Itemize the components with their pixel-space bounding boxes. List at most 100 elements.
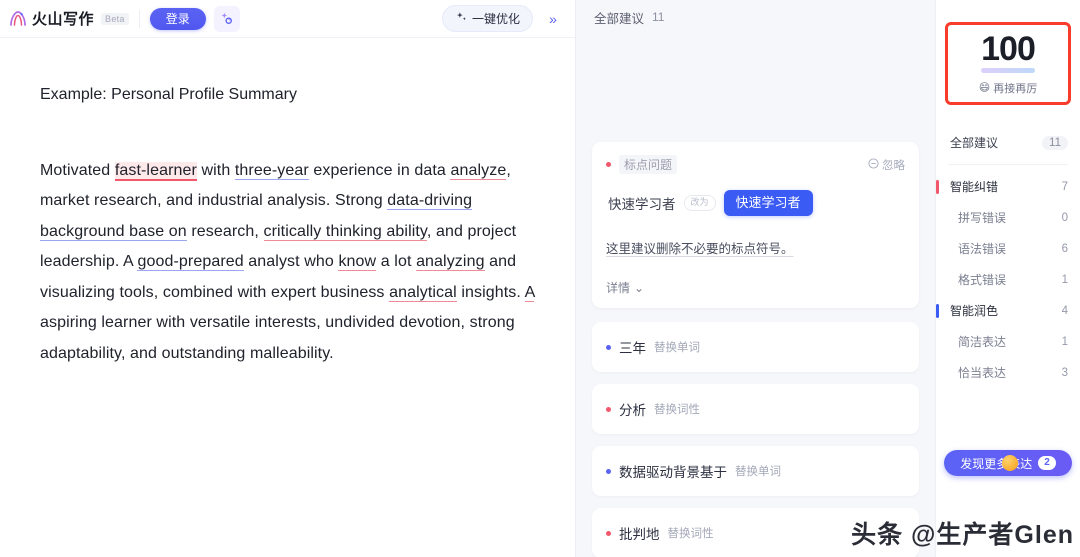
suggestions-list: 标点问题 忽略 快速学习者 改为 快速学习者 这里建议删除不必要的标点符号。 详…	[576, 142, 935, 557]
orange-dot-icon	[1002, 455, 1018, 471]
sidebar-item-5[interactable]: 智能润色 4	[936, 295, 1080, 326]
suggestion-list-item[interactable]: 分析 替换词性	[592, 384, 919, 435]
document-paragraph: Motivated fast-learner with three-year e…	[40, 156, 535, 370]
score-underline-decoration	[981, 67, 1035, 73]
beta-badge: Beta	[101, 12, 129, 25]
discover-more-expressions-button[interactable]: 发现更多表达 2	[944, 450, 1072, 476]
suggestions-pane: 全部建议 11 标点问题 忽略 快速学习者 改为 快速学习者 这里建议删除不必要…	[576, 0, 936, 557]
sidebar-item-label: 语法错误	[958, 242, 1007, 256]
score-card: 100 😄 再接再厉	[945, 22, 1071, 105]
suggestion-type-dot-icon	[606, 406, 611, 412]
sidebar-item-count: 11	[1042, 135, 1068, 150]
suggestion-kind: 替换单词	[654, 342, 700, 355]
volcano-logo-icon	[8, 9, 28, 29]
score-caption: 😄 再接再厉	[979, 80, 1037, 96]
suggestion-type-dot-icon	[606, 162, 611, 167]
ignore-button[interactable]: 忽略	[868, 157, 905, 173]
flagged-text-19[interactable]: A	[524, 283, 535, 302]
suggestion-list-item[interactable]: 三年 替换单词	[592, 322, 919, 373]
brand-name: 火山写作	[32, 11, 95, 28]
editor-toolbar: 火山写作 Beta 登录 一键优化 »	[0, 0, 575, 38]
sidebar-item-count: 7	[1061, 180, 1068, 193]
sidebar-item-label: 格式错误	[958, 273, 1007, 287]
replacement-row: 快速学习者 改为 快速学习者	[608, 190, 905, 217]
original-text: 快速学习者	[608, 197, 676, 213]
suggestion-word: 数据驱动背景基于	[619, 465, 727, 481]
suggestion-kind: 替换词性	[654, 404, 700, 417]
watermark: 头条 @生产者Glen	[851, 521, 1074, 549]
magic-wand-icon[interactable]	[213, 5, 240, 32]
sidebar-item-label: 智能润色	[950, 304, 999, 318]
sidebar-category-list: 全部建议 11 智能纠错 7 拼写错误 0 语法错误 6 格式错误 1 智能润色 4 简洁表达 1 恰当表达…	[936, 127, 1080, 388]
login-button[interactable]: 登录	[149, 7, 206, 30]
sidebar-item-count: 1	[1061, 335, 1068, 348]
toolbar-divider	[138, 9, 140, 28]
sidebar-divider	[948, 164, 1068, 165]
suggestions-header-label: 全部建议	[594, 11, 645, 26]
flagged-text-17[interactable]: analytical	[389, 283, 457, 302]
sparkle-icon	[455, 11, 468, 27]
text-run: a lot	[376, 253, 417, 271]
flagged-text-5[interactable]: analyze	[450, 161, 507, 180]
text-run: insights.	[456, 283, 525, 301]
flagged-text-3[interactable]: three-year	[234, 161, 309, 180]
sidebar-item-count: 0	[1061, 211, 1068, 224]
flagged-text-1[interactable]: fast-learner	[114, 161, 197, 181]
sidebar-item-1[interactable]: 智能纠错 7	[936, 171, 1080, 202]
score-value: 100	[981, 29, 1036, 68]
suggestions-header: 全部建议 11	[576, 0, 935, 34]
details-label: 详情	[606, 281, 631, 296]
text-run: with	[196, 161, 235, 179]
details-toggle[interactable]: 详情 ⌄	[606, 279, 905, 296]
text-run: experience in data	[308, 161, 451, 179]
optimize-label: 一键优化	[471, 12, 520, 26]
suggestion-tag: 标点问题	[619, 155, 678, 174]
sidebar-item-2[interactable]: 拼写错误 0	[936, 202, 1080, 233]
suggestion-kind: 替换单词	[735, 466, 781, 479]
suggestion-word: 批判地	[619, 527, 660, 543]
replace-arrow-label: 改为	[683, 195, 716, 211]
text-run: Motivated	[40, 161, 115, 179]
flagged-text-9[interactable]: critically thinking ability	[263, 222, 427, 241]
suggestion-type-dot-icon	[606, 530, 611, 536]
text-run: analyst who	[243, 253, 339, 271]
suggestions-header-count: 11	[652, 10, 665, 24]
chevron-double-right-icon[interactable]: »	[541, 7, 565, 31]
sidebar-item-3[interactable]: 语法错误 6	[936, 233, 1080, 264]
sidebar-item-label: 拼写错误	[958, 211, 1007, 225]
sidebar-item-label: 恰当表达	[958, 366, 1007, 380]
smile-emoji-icon: 😄	[978, 82, 991, 94]
sidebar-item-count: 3	[1061, 366, 1068, 379]
sidebar-item-label: 智能纠错	[950, 180, 999, 194]
apply-replacement-button[interactable]: 快速学习者	[723, 190, 813, 217]
one-click-optimize-button[interactable]: 一键优化	[441, 5, 533, 32]
document-editor[interactable]: Example: Personal Profile Summary Motiva…	[0, 38, 575, 369]
suggestion-list-item[interactable]: 数据驱动背景基于 替换单词	[592, 446, 919, 497]
discover-label: 发现更多表达	[960, 456, 1033, 471]
flagged-text-15[interactable]: analyzing	[416, 253, 485, 272]
document-title: Example: Personal Profile Summary	[40, 86, 297, 103]
suggestion-type-dot-icon	[606, 468, 611, 474]
score-caption-text: 再接再厉	[993, 82, 1038, 95]
suggestion-card[interactable]: 标点问题 忽略 快速学习者 改为 快速学习者 这里建议删除不必要的标点符号。 详…	[592, 142, 919, 309]
sidebar-item-label: 全部建议	[950, 136, 999, 150]
sidebar-item-7[interactable]: 恰当表达 3	[936, 357, 1080, 388]
sidebar-item-4[interactable]: 格式错误 1	[936, 264, 1080, 295]
brand: 火山写作 Beta	[8, 8, 129, 29]
sidebar-item-0[interactable]: 全部建议 11	[936, 127, 1080, 158]
suggestion-word: 分析	[619, 403, 646, 419]
text-run: research,	[186, 222, 264, 240]
sidebar-item-count: 6	[1061, 242, 1068, 255]
flagged-text-13[interactable]: know	[338, 253, 377, 272]
suggestion-kind: 替换词性	[667, 528, 714, 541]
sidebar-item-6[interactable]: 简洁表达 1	[936, 326, 1080, 357]
sidebar-item-count: 4	[1061, 304, 1068, 317]
chevron-down-icon: ⌄	[634, 280, 645, 295]
sidebar-item-count: 1	[1061, 273, 1068, 286]
ignore-label: 忽略	[882, 159, 905, 172]
flagged-text-11[interactable]: good-prepared	[137, 253, 244, 272]
text-run: aspiring learner with versatile interest…	[40, 314, 515, 362]
suggestion-card-header: 标点问题 忽略	[606, 155, 905, 174]
category-color-bar	[936, 304, 939, 318]
minus-circle-icon	[868, 157, 879, 172]
